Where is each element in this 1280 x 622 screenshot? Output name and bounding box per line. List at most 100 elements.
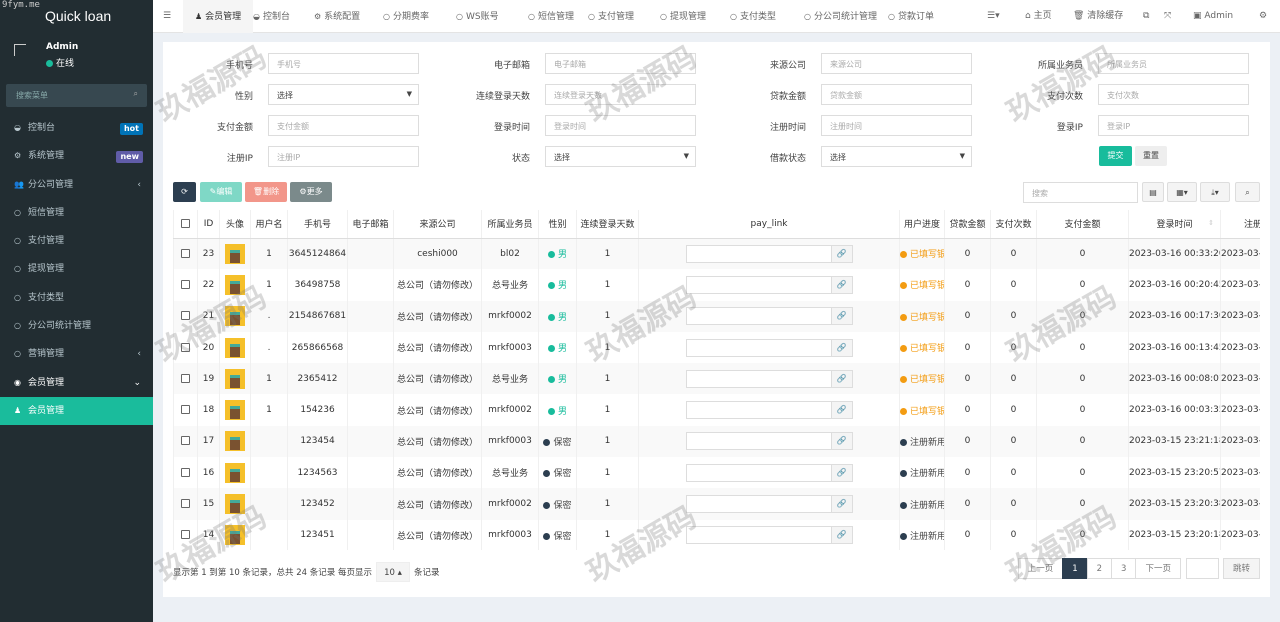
edit-button[interactable]: ✎编辑 [200, 182, 242, 202]
column-header[interactable]: 支付金额 [1036, 210, 1129, 239]
filter-input[interactable]: 登录时间 [545, 115, 696, 136]
column-header[interactable]: 贷款金额 [944, 210, 991, 239]
column-header[interactable]: pay_link [637, 210, 900, 239]
reset-button[interactable]: 重置 [1135, 146, 1167, 166]
tab-6[interactable]: ○ 支付管理 [588, 0, 634, 33]
table-row[interactable]: 22136498758总公司（请勿修改）总号业务男1🔗已填写银行信息000202… [173, 269, 1260, 301]
filter-input[interactable]: 连续登录天数 [545, 84, 696, 105]
table-row[interactable]: 21.2154867681 总公司（请勿修改）mrkf0002 男1 🔗 已填写银行信息… [173, 300, 1260, 332]
filter-input[interactable]: 手机号 [268, 53, 419, 74]
select-all-checkbox[interactable] [173, 210, 198, 239]
row-checkbox[interactable] [173, 425, 198, 458]
pay-link-input[interactable] [685, 338, 832, 357]
checkbox[interactable] [181, 342, 190, 352]
copy-link-icon[interactable]: 🔗 [830, 432, 853, 451]
pay-link-input[interactable] [685, 526, 832, 545]
copy-link-icon[interactable]: 🔗 [830, 275, 853, 294]
delete-button[interactable]: 🗑删除 [245, 182, 287, 202]
filter-input[interactable]: 支付金额 [268, 115, 419, 136]
next-page-button[interactable]: 下一页 [1135, 558, 1181, 579]
prev-page-button[interactable]: 上一页 [1017, 558, 1064, 579]
copy-link-icon[interactable]: 🔗 [830, 338, 853, 357]
tab-5[interactable]: ○ 短信管理 [528, 0, 574, 33]
row-checkbox[interactable] [173, 457, 198, 489]
table-row[interactable]: 15123452总公司（请勿修改）mrkf0002保密1🔗注册新用户000202… [173, 488, 1260, 520]
filter-input[interactable]: 所属业务员 [1098, 53, 1249, 74]
jump-button[interactable]: 跳转 [1222, 558, 1260, 579]
filter-input[interactable]: 贷款金额 [821, 84, 972, 105]
sort-icon[interactable]: ⇕ [1208, 219, 1214, 227]
advanced-search-button[interactable]: ⌕ [1235, 182, 1260, 202]
pay-link-input[interactable] [685, 463, 832, 482]
checkbox[interactable] [181, 436, 190, 446]
settings-icon[interactable]: ⚙ [1259, 0, 1267, 33]
filter-select[interactable]: 选择 ▼ [268, 84, 419, 105]
row-checkbox[interactable] [173, 238, 198, 270]
table-row[interactable]: 20.265866568总公司（请勿修改）mrkf0003男1🔗已填写银行信息0… [173, 331, 1260, 364]
sidebar-item[interactable]: ○ 分公司统计管理 [0, 312, 153, 340]
tab-0[interactable]: ♟ 会员管理 [183, 0, 254, 33]
checkbox[interactable] [181, 279, 190, 289]
clear-cache-link[interactable]: 🗑 清除缓存 [1073, 0, 1123, 33]
submit-button[interactable]: 提交 [1099, 146, 1132, 166]
copy-link-icon[interactable]: 🔗 [830, 463, 853, 482]
filter-input[interactable]: 注册时间 [821, 115, 972, 136]
tab-1[interactable]: ◒ 控制台 [253, 0, 290, 33]
toggle-view-button[interactable]: ▤ [1142, 182, 1164, 202]
sidebar-item[interactable]: ○ 支付类型 [0, 284, 153, 312]
admin-menu[interactable]: ▣ Admin [1193, 0, 1233, 33]
fullscreen-icon[interactable]: ⤧ [1164, 0, 1171, 33]
copy-link-icon[interactable]: 🔗 [830, 244, 853, 263]
column-header[interactable]: 登录时间 ⇕ [1128, 210, 1221, 239]
checkbox[interactable] [181, 311, 190, 321]
pay-link-input[interactable] [685, 369, 832, 388]
column-header[interactable]: 用户名 [250, 210, 288, 239]
checkbox[interactable] [181, 373, 190, 383]
search-icon[interactable]: ⌕ [134, 89, 138, 99]
column-header[interactable]: 连续登录天数 [576, 210, 639, 239]
column-header[interactable]: 注册时间⇕ [1220, 210, 1260, 239]
table-row[interactable]: 17123454总公司（请勿修改）mrkf0003保密1🔗注册新用户000202… [173, 425, 1260, 458]
copy-link-icon[interactable]: 🔗 [830, 401, 853, 420]
sidebar-item[interactable]: ○ 营销管理 ‹ [0, 340, 153, 368]
row-checkbox[interactable] [173, 300, 198, 332]
sidebar-item[interactable]: ○ 提现管理 [0, 255, 153, 283]
checkbox[interactable] [181, 530, 190, 540]
row-checkbox[interactable] [173, 269, 198, 301]
sidebar-item[interactable]: 👥 分公司管理 ‹ [0, 171, 153, 199]
column-header[interactable]: 性别 [538, 210, 577, 239]
copy-link-icon[interactable]: 🔗 [830, 307, 853, 326]
sidebar-item[interactable]: ♟ 会员管理 [0, 396, 153, 426]
pay-link-input[interactable] [685, 307, 832, 326]
table-row[interactable]: 14123451总公司（请勿修改）mrkf0003保密1🔗注册新用户000202… [173, 519, 1260, 550]
export-button[interactable]: ⤓▾ [1200, 182, 1230, 202]
tab-10[interactable]: ○ 贷款订单 [888, 0, 934, 33]
page-button[interactable]: 3 [1111, 558, 1137, 579]
checkbox[interactable] [181, 248, 190, 258]
refresh-button[interactable]: ⟳ [173, 182, 196, 202]
row-checkbox[interactable] [173, 488, 198, 520]
menu-toggle-icon[interactable]: ☰ [163, 0, 171, 33]
column-header[interactable]: 电子邮箱 [347, 210, 394, 239]
jump-page-input[interactable] [1185, 558, 1219, 579]
pay-link-input[interactable] [685, 244, 832, 263]
tab-9[interactable]: ○ 分公司统计管理 [804, 0, 877, 33]
filter-input[interactable]: 电子邮箱 [545, 53, 696, 74]
table-row[interactable]: 2313645124864ceshi000bl02男1🔗已填写银行信息00020… [173, 238, 1260, 270]
pay-link-input[interactable] [685, 432, 832, 451]
translate-icon[interactable]: ⧉ [1143, 0, 1149, 33]
table-row[interactable]: 161234563总公司（请勿修改）总号业务保密1🔗注册新用户0002023-0… [173, 457, 1260, 489]
page-button[interactable]: 1 [1062, 558, 1088, 579]
pay-link-input[interactable] [685, 401, 832, 420]
column-header[interactable]: 手机号 [287, 210, 348, 239]
tab-7[interactable]: ○ 提现管理 [660, 0, 706, 33]
checkbox[interactable] [181, 499, 190, 509]
page-button[interactable]: 2 [1086, 558, 1113, 579]
filter-input[interactable]: 登录IP [1098, 115, 1249, 136]
column-header[interactable]: 头像 [219, 210, 251, 239]
column-header[interactable]: 来源公司 [393, 210, 482, 239]
table-row[interactable]: 181154236总公司（请勿修改）mrkf0002男1🔗已填写银行信息0002… [173, 394, 1260, 426]
home-link[interactable]: ⌂ 主页 [1025, 0, 1052, 33]
list-icon[interactable]: ☰▾ [987, 0, 1000, 33]
sidebar-item[interactable]: ◉ 会员管理 ⌄ [0, 369, 153, 397]
